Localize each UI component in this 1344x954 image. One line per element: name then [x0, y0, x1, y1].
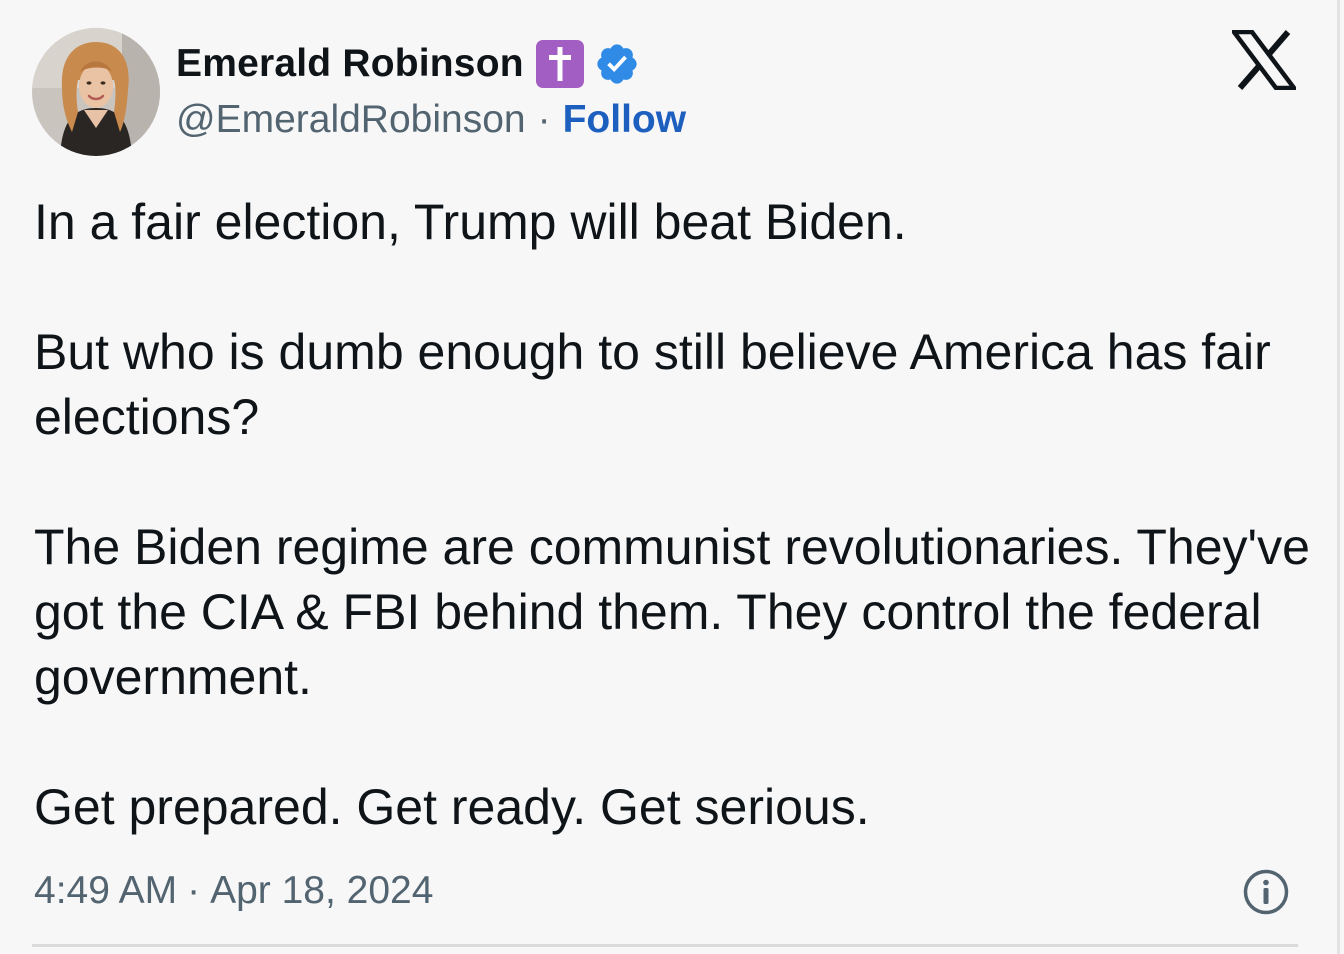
tweet-paragraph: The Biden regime are communist revolutio…: [34, 519, 1310, 705]
latin-cross-icon: [535, 40, 584, 88]
x-logo-icon[interactable]: [1229, 29, 1299, 91]
tweet-paragraph: In a fair election, Trump will beat Bide…: [34, 194, 907, 250]
separator-dot: ·: [187, 869, 201, 912]
author-handle-row: @EmeraldRobinson · Follow: [176, 96, 686, 144]
author-handle[interactable]: @EmeraldRobinson: [176, 98, 526, 142]
tweet-paragraph: But who is dumb enough to still believe …: [34, 324, 1271, 445]
author-display-name[interactable]: Emerald Robinson: [176, 42, 524, 86]
tweet-text: In a fair election, Trump will beat Bide…: [34, 190, 1314, 840]
verified-badge-icon: [594, 41, 640, 87]
tweet-date: Apr 18, 2024: [210, 869, 434, 912]
follow-button[interactable]: Follow: [563, 98, 686, 142]
author-name-row: Emerald Robinson: [176, 38, 640, 90]
divider: [32, 944, 1298, 947]
avatar[interactable]: [32, 28, 160, 156]
info-icon[interactable]: [1242, 868, 1290, 916]
tweet-paragraph: Get prepared. Get ready. Get serious.: [34, 779, 870, 835]
tweet-time: 4:49 AM: [34, 869, 178, 912]
tweet-embed-card: Emerald Robinson @EmeraldRobinson · Foll…: [0, 0, 1340, 954]
separator-dot: ·: [537, 98, 551, 141]
tweet-timestamp[interactable]: 4:49 AM · Apr 18, 2024: [34, 864, 433, 918]
